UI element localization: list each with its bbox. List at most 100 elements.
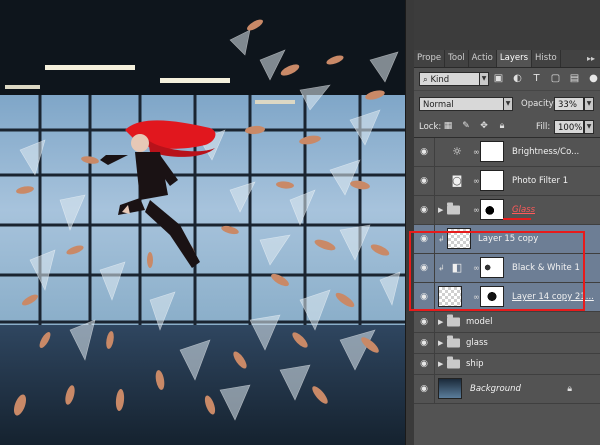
layer-15-copy[interactable]: ◉ ↲ Layer 15 copy [414, 225, 600, 254]
link-icon: ∞ [473, 292, 480, 302]
lock-row: Lock: ▦ ✎ ✥ 🔒︎ Fill: 100% ▼ [414, 117, 600, 138]
layer-thumbnail[interactable] [438, 378, 462, 399]
ceiling-light [5, 85, 40, 89]
layer-mask-thumbnail[interactable] [480, 199, 504, 220]
chevron-down-icon[interactable]: ▼ [479, 72, 489, 86]
layer-mask-thumbnail[interactable] [480, 286, 504, 307]
filter-kind-label: Kind [430, 75, 450, 85]
image-filter-icon[interactable]: ▣ [492, 72, 505, 85]
camera-icon: ◙ [451, 174, 463, 187]
layer-name: Background [470, 384, 521, 394]
lock-transparency-icon[interactable]: ▦ [442, 120, 454, 133]
visibility-eye-icon[interactable]: ◉ [414, 375, 435, 403]
layers-panel: Prope Tool Actio Layers Histo ▸▸ ⌕ Kind … [414, 50, 600, 445]
search-icon: ⌕ [423, 75, 428, 85]
adjustment-filter-icon[interactable]: ◐ [511, 72, 524, 85]
layer-name: model [466, 317, 493, 327]
lock-all-icon[interactable]: 🔒︎ [496, 120, 508, 133]
type-filter-icon[interactable]: T [530, 72, 543, 85]
fill-slider-icon[interactable]: ▼ [584, 120, 594, 134]
folder-icon [447, 202, 460, 215]
expand-arrow-icon[interactable]: ▶ [438, 206, 443, 214]
folder-icon [447, 314, 460, 327]
layer-name: Black & White 1 [512, 263, 580, 273]
expand-arrow-icon[interactable]: ▶ [438, 360, 443, 368]
clipping-arrow-icon: ↲ [438, 234, 445, 244]
visibility-eye-icon[interactable]: ◉ [414, 167, 435, 195]
chevron-down-icon[interactable]: ▼ [503, 97, 513, 111]
ceiling-light [160, 78, 230, 83]
visibility-eye-icon[interactable]: ◉ [414, 254, 435, 282]
panel-tabs: Prope Tool Actio Layers Histo ▸▸ [414, 50, 600, 68]
blend-mode-select[interactable]: Normal [419, 97, 513, 111]
folder-icon [447, 335, 460, 348]
ceiling-light [255, 100, 295, 104]
filter-kind-select[interactable]: ⌕ Kind [419, 72, 485, 86]
panel-dock-top [414, 0, 600, 50]
link-icon: ∞ [473, 176, 480, 186]
link-icon: ∞ [473, 147, 480, 157]
layer-name: Brightness/Co... [512, 147, 580, 157]
visibility-eye-icon[interactable]: ◉ [414, 196, 435, 224]
layers-list: ◉ ☼ ∞ Brightness/Co... ◉ ◙ ∞ Photo Filte… [414, 138, 600, 404]
tab-history[interactable]: Histo [532, 50, 561, 67]
visibility-eye-icon[interactable]: ◉ [414, 312, 435, 332]
tab-properties[interactable]: Prope [414, 50, 446, 67]
panel-menu-icon[interactable]: ▸▸ [582, 50, 600, 67]
layer-name: Photo Filter 1 [512, 176, 569, 186]
document-canvas[interactable] [0, 0, 405, 445]
expand-arrow-icon[interactable]: ▶ [438, 318, 443, 326]
lock-position-icon[interactable]: ✥ [478, 120, 490, 133]
photoshop-window: Prope Tool Actio Layers Histo ▸▸ ⌕ Kind … [0, 0, 600, 445]
opacity-slider-icon[interactable]: ▼ [584, 97, 594, 111]
layer-name: Layer 14 copy 21... [512, 292, 594, 302]
lock-icons: ▦ ✎ ✥ 🔒︎ [442, 120, 508, 133]
layer-thumbnail[interactable] [447, 228, 471, 249]
opacity-label: Opacity: [521, 99, 556, 109]
filter-row: ⌕ Kind ▼ ▣ ◐ T ▢ ▤ ● [414, 68, 600, 91]
layer-mask-thumbnail[interactable] [480, 141, 504, 162]
shape-filter-icon[interactable]: ▢ [549, 72, 562, 85]
fill-label: Fill: [536, 122, 551, 132]
layer-name: Layer 15 copy [478, 234, 539, 244]
visibility-eye-icon[interactable]: ◉ [414, 138, 435, 166]
lock-label: Lock: [419, 122, 442, 132]
layer-mask-thumbnail[interactable] [480, 170, 504, 191]
layer-group-glass[interactable]: ◉ ▶ ∞ Glass [414, 196, 600, 225]
layer-photo-filter[interactable]: ◉ ◙ ∞ Photo Filter 1 [414, 167, 600, 196]
filter-toggle-icon[interactable]: ● [587, 72, 600, 85]
ceiling-light [45, 65, 135, 70]
folder-icon [447, 356, 460, 369]
layer-group-ship[interactable]: ◉ ▶ ship [414, 354, 600, 375]
visibility-eye-icon[interactable]: ◉ [414, 354, 435, 374]
visibility-eye-icon[interactable]: ◉ [414, 225, 435, 253]
tab-tool-presets[interactable]: Tool [445, 50, 469, 67]
visibility-eye-icon[interactable]: ◉ [414, 333, 435, 353]
fill-input[interactable]: 100% [554, 120, 584, 134]
artwork [0, 0, 405, 445]
tab-actions[interactable]: Actio [469, 50, 497, 67]
visibility-eye-icon[interactable]: ◉ [414, 283, 435, 311]
half-square-icon: ◧ [451, 261, 463, 274]
layer-brightness-contrast[interactable]: ◉ ☼ ∞ Brightness/Co... [414, 138, 600, 167]
tab-layers[interactable]: Layers [496, 50, 533, 67]
expand-arrow-icon[interactable]: ▶ [438, 339, 443, 347]
lock-icon: 🔒︎ [567, 384, 572, 394]
layer-name: ship [466, 359, 484, 369]
layer-background[interactable]: ◉ Background 🔒︎ [414, 375, 600, 404]
smart-object-filter-icon[interactable]: ▤ [568, 72, 581, 85]
layer-14-copy-21[interactable]: ◉ ∞ Layer 14 copy 21... [414, 283, 600, 312]
filter-icons: ▣ ◐ T ▢ ▤ ● [492, 72, 600, 85]
clipping-arrow-icon: ↲ [438, 263, 445, 273]
link-icon: ∞ [473, 263, 480, 273]
glass-underline-annotation [503, 218, 531, 220]
layer-mask-thumbnail[interactable] [480, 257, 504, 278]
layer-black-white[interactable]: ◉ ↲ ◧ ∞ Black & White 1 [414, 254, 600, 283]
layer-group-model[interactable]: ◉ ▶ model [414, 312, 600, 333]
opacity-input[interactable]: 33% [554, 97, 584, 111]
lock-pixels-icon[interactable]: ✎ [460, 120, 472, 133]
layer-group-glass-lower[interactable]: ◉ ▶ glass [414, 333, 600, 354]
sun-icon: ☼ [452, 145, 462, 158]
layer-thumbnail[interactable] [438, 286, 462, 307]
blend-row: Normal ▼ Opacity: 33% ▼ [414, 94, 600, 114]
